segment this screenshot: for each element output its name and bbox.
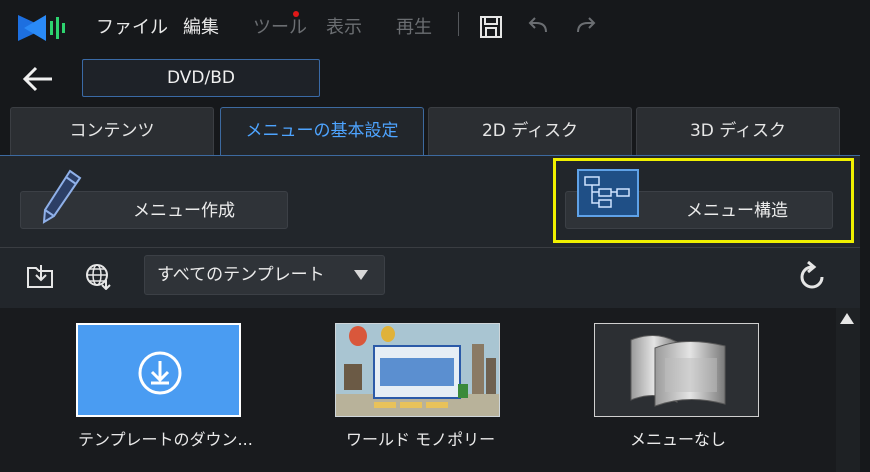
tab-contents[interactable]: コンテンツ <box>10 107 214 157</box>
film-reel-icon <box>630 335 726 407</box>
menu-bar: ファイル 編集 ツール 表示 再生 <box>0 0 870 54</box>
template-label: ワールド モノポリー <box>346 430 496 449</box>
template-label: テンプレートのダウン... <box>78 430 253 449</box>
tab-menu-basic-settings[interactable]: メニューの基本設定 <box>220 107 424 157</box>
menu-tools[interactable]: ツール <box>253 15 307 41</box>
chevron-down-icon <box>354 270 368 280</box>
template-category-value: すべてのテンプレート <box>157 265 325 285</box>
title-row: DVD/BD <box>0 54 870 104</box>
menu-playback[interactable]: 再生 <box>396 15 432 41</box>
create-menu-label: メニュー作成 <box>133 201 235 221</box>
back-arrow-icon[interactable] <box>20 64 60 94</box>
template-category-select[interactable]: すべてのテンプレート <box>144 255 385 295</box>
refresh-icon[interactable] <box>795 260 829 294</box>
app-logo-icon <box>18 15 65 41</box>
template-gallery: テンプレートのダウン... ワールド モノポリー メニューなし <box>0 308 836 472</box>
monopoly-preview-image <box>336 324 499 416</box>
menu-edit[interactable]: 編集 <box>183 15 219 41</box>
undo-icon[interactable] <box>526 14 552 40</box>
menu-view[interactable]: 表示 <box>326 15 362 41</box>
gallery-scrollbar[interactable] <box>836 308 860 472</box>
scroll-up-icon[interactable] <box>840 313 854 324</box>
pencil-icon <box>42 169 82 224</box>
download-icon <box>138 351 182 395</box>
template-download-thumb[interactable] <box>76 323 241 417</box>
section-divider <box>0 247 860 248</box>
save-icon[interactable] <box>478 14 504 40</box>
tab-3d-disc[interactable]: 3D ディスク <box>636 107 840 157</box>
notification-dot <box>293 11 299 17</box>
tab-2d-disc[interactable]: 2D ディスク <box>428 107 632 157</box>
tab-bar: コンテンツ メニューの基本設定 2D ディスク 3D ディスク <box>0 104 870 157</box>
menu-file[interactable]: ファイル <box>96 15 168 41</box>
template-label: メニューなし <box>630 430 727 449</box>
menu-structure-icon <box>577 169 639 217</box>
online-template-icon[interactable] <box>84 262 114 290</box>
import-template-icon[interactable] <box>25 262 57 290</box>
template-no-menu-thumb[interactable] <box>594 323 759 417</box>
redo-icon[interactable] <box>572 14 598 40</box>
template-world-monopoly-thumb[interactable] <box>335 323 500 417</box>
menu-structure-label: メニュー構造 <box>686 201 788 221</box>
project-title: DVD/BD <box>82 59 320 97</box>
right-gutter <box>860 104 870 472</box>
menu-separator <box>458 12 459 36</box>
